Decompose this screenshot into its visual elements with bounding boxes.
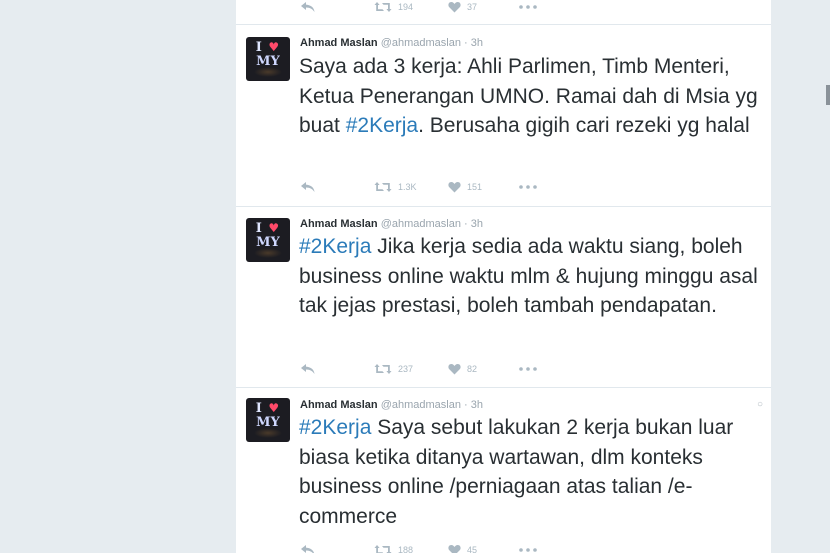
- tweet-actions: 194 37: [300, 0, 600, 15]
- reply-button[interactable]: [300, 0, 316, 15]
- heart-icon: [448, 182, 461, 193]
- more-dots-icon: [519, 5, 537, 9]
- heart-icon: [448, 545, 461, 553]
- reply-icon: [301, 2, 315, 12]
- retweet-icon: [374, 182, 392, 192]
- author-name[interactable]: Ahmad Maslan: [300, 37, 378, 49]
- author-handle[interactable]: @ahmadmaslan: [381, 218, 461, 230]
- tweet-time[interactable]: · 3h: [464, 399, 483, 411]
- more-dots-icon: [519, 185, 537, 189]
- like-button[interactable]: 82: [448, 361, 477, 377]
- like-button[interactable]: 37: [448, 0, 477, 15]
- like-count: 37: [467, 2, 478, 12]
- more-dots-icon: [519, 367, 537, 371]
- author-name[interactable]: Ahmad Maslan: [300, 399, 378, 411]
- heart-logo-icon: ♥: [268, 221, 281, 235]
- heart-logo-icon: ♥: [268, 401, 281, 415]
- heart-icon: [448, 2, 461, 13]
- like-count: 45: [467, 545, 478, 553]
- retweet-count: 188: [398, 545, 414, 553]
- tweet-card[interactable]: I ♥ MY Ahmad Maslan @ahmadmaslan · 3h #2…: [236, 207, 771, 388]
- like-count: 82: [467, 364, 478, 374]
- avatar[interactable]: I ♥ MY: [246, 218, 290, 262]
- reply-icon: [301, 364, 315, 374]
- retweet-icon: [374, 545, 392, 553]
- tweet-actions: 237 82: [300, 361, 600, 377]
- avatar[interactable]: I ♥ MY: [246, 37, 290, 81]
- tweet-card[interactable]: I ♥ MY Ahmad Maslan @ahmadmaslan · 3h ○ …: [236, 388, 771, 553]
- like-button[interactable]: 45: [448, 542, 477, 553]
- more-dots-icon: [519, 548, 537, 552]
- hashtag-link[interactable]: #2Kerja: [299, 235, 371, 258]
- tweet-actions: 188 45: [300, 542, 600, 553]
- retweet-button[interactable]: 194: [374, 0, 413, 15]
- retweet-button[interactable]: 188: [374, 542, 413, 553]
- tweet-header: Ahmad Maslan @ahmadmaslan · 3h: [300, 217, 483, 231]
- retweet-button[interactable]: 1.3K: [374, 179, 417, 195]
- avatar[interactable]: I ♥ MY: [246, 398, 290, 442]
- retweet-button[interactable]: 237: [374, 361, 413, 377]
- tweet-actions: 1.3K 151: [300, 179, 600, 195]
- retweet-count: 237: [398, 364, 414, 374]
- like-count: 151: [467, 182, 483, 192]
- scrollbar-thumb[interactable]: [826, 85, 830, 105]
- retweet-icon: [374, 364, 392, 374]
- tweet-card[interactable]: I ♥ MY Ahmad Maslan @ahmadmaslan · 3h Sa…: [236, 25, 771, 207]
- heart-logo-icon: ♥: [268, 40, 281, 54]
- tweet-text: #2Kerja Jika kerja sedia ada waktu siang…: [299, 235, 758, 317]
- more-button[interactable]: [519, 361, 537, 377]
- more-button[interactable]: [519, 542, 537, 553]
- tweet-header: Ahmad Maslan @ahmadmaslan · 3h: [300, 36, 483, 50]
- tweet-header: Ahmad Maslan @ahmadmaslan · 3h: [300, 398, 483, 412]
- reply-button[interactable]: [300, 542, 316, 553]
- hashtag-link[interactable]: #2Kerja: [346, 114, 418, 137]
- caret-down-icon[interactable]: ○: [757, 399, 763, 410]
- author-name[interactable]: Ahmad Maslan: [300, 218, 378, 230]
- tweet-text: Saya ada 3 kerja: Ahli Parlimen, Timb Me…: [299, 55, 758, 137]
- tweet-text: #2Kerja Saya sebut lakukan 2 kerja bukan…: [299, 416, 734, 528]
- retweet-count: 1.3K: [398, 182, 417, 192]
- tweet-time[interactable]: · 3h: [464, 218, 483, 230]
- author-handle[interactable]: @ahmadmaslan: [381, 399, 461, 411]
- reply-button[interactable]: [300, 361, 316, 377]
- retweet-count: 194: [398, 2, 414, 12]
- tweet-time[interactable]: · 3h: [464, 37, 483, 49]
- author-handle[interactable]: @ahmadmaslan: [381, 37, 461, 49]
- heart-icon: [448, 364, 461, 375]
- more-button[interactable]: [519, 0, 537, 15]
- tweet-card[interactable]: 194 37: [236, 0, 771, 25]
- more-button[interactable]: [519, 179, 537, 195]
- reply-button[interactable]: [300, 179, 316, 195]
- reply-icon: [301, 182, 315, 192]
- like-button[interactable]: 151: [448, 179, 482, 195]
- hashtag-link[interactable]: #2Kerja: [299, 416, 371, 439]
- timeline: 194 37 I ♥ MY Ahmad Maslan @ahmadmaslan …: [236, 0, 771, 553]
- retweet-icon: [374, 2, 392, 12]
- reply-icon: [301, 545, 315, 553]
